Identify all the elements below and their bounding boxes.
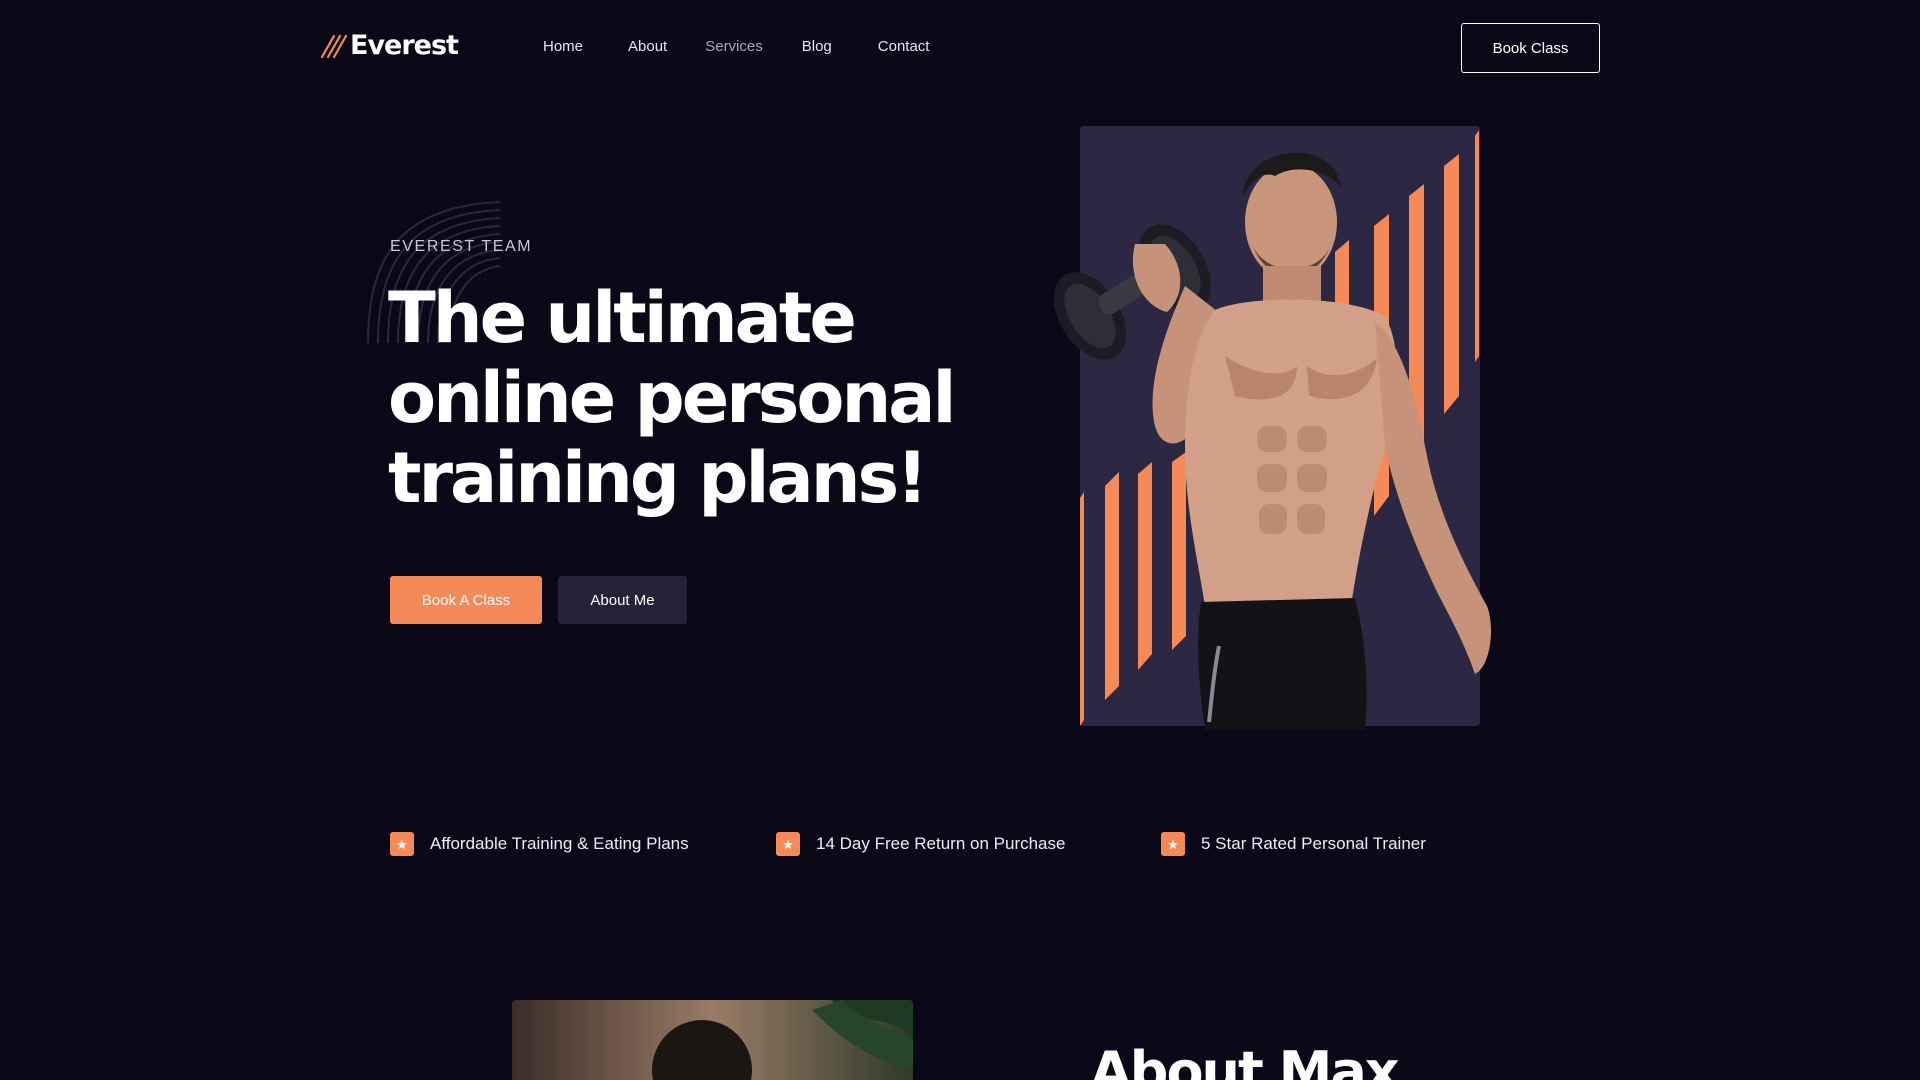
book-a-class-button[interactable]: Book A Class <box>390 576 542 624</box>
nav-links: Home About Services Blog Contact <box>543 38 929 55</box>
star-icon: ★ <box>776 832 800 856</box>
feature-item: ★ 5 Star Rated Personal Trainer <box>1161 832 1426 856</box>
logo-stripes-icon <box>320 34 348 58</box>
feature-text: 5 Star Rated Personal Trainer <box>1201 834 1426 853</box>
feature-list: ★ Affordable Training & Eating Plans ★ 1… <box>0 832 1920 858</box>
about-title: About Max <box>1090 1040 1400 1080</box>
star-icon: ★ <box>390 832 414 856</box>
nav-link-contact[interactable]: Contact <box>878 38 930 55</box>
feature-item: ★ 14 Day Free Return on Purchase <box>776 832 1065 856</box>
top-navigation: Everest Home About Services Blog Contact… <box>0 0 1920 96</box>
star-icon: ★ <box>1161 832 1185 856</box>
hero-headline-line-1: The ultimate <box>388 277 857 359</box>
hero-headline: The ultimate online personal training pl… <box>388 278 988 518</box>
nav-link-blog[interactable]: Blog <box>802 38 832 55</box>
hero-headline-line-3: training plans! <box>388 437 928 519</box>
hero-headline-line-2: online personal <box>388 357 957 439</box>
nav-link-about[interactable]: About <box>628 38 667 55</box>
nav-link-services[interactable]: Services <box>705 38 763 55</box>
trainer-portrait-illustration <box>512 1000 913 1080</box>
landing-page: Everest Home About Services Blog Contact… <box>0 0 1920 1080</box>
feature-text: 14 Day Free Return on Purchase <box>816 834 1066 853</box>
book-class-button[interactable]: Book Class <box>1461 23 1600 73</box>
hero-eyebrow: EVEREST TEAM <box>390 238 533 255</box>
nav-link-home[interactable]: Home <box>543 38 583 55</box>
man-with-dumbbell-photo <box>1054 126 1491 730</box>
about-me-button[interactable]: About Me <box>558 576 687 624</box>
feature-item: ★ Affordable Training & Eating Plans <box>390 832 689 856</box>
brand-name: Everest <box>350 30 459 61</box>
trainer-portrait-photo <box>512 1000 913 1080</box>
feature-text: Affordable Training & Eating Plans <box>430 834 689 853</box>
brand-logo[interactable]: Everest <box>320 30 459 61</box>
